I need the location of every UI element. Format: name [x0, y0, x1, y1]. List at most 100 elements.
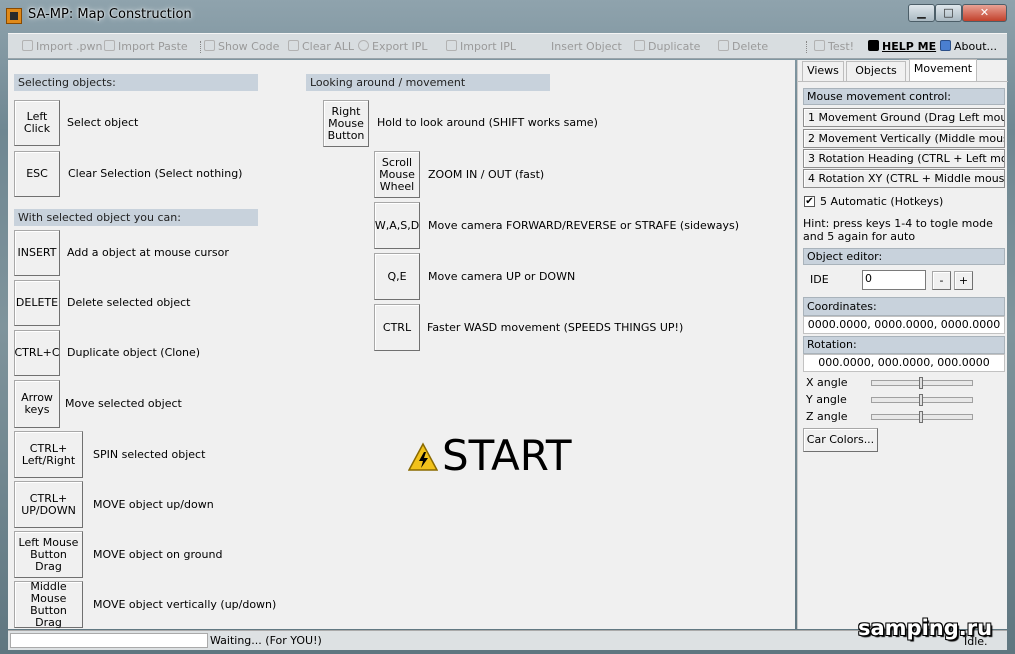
key-description: MOVE object up/down	[93, 498, 214, 511]
toolbar-label: Import Paste	[118, 40, 188, 53]
toolbar-label: Test!	[828, 40, 855, 53]
y-angle-slider[interactable]	[871, 394, 973, 406]
z-angle-slider[interactable]	[871, 411, 973, 423]
key-scroll-wheel: Scroll Mouse Wheel	[374, 151, 420, 198]
toolbar: Import .pwn Import Paste Show Code Clear…	[8, 33, 1007, 59]
tab-views[interactable]: Views	[802, 61, 844, 81]
maximize-button[interactable]: □	[935, 4, 962, 22]
key-middle-mouse-drag: Middle Mouse Button Drag	[14, 580, 83, 628]
key-description: Duplicate object (Clone)	[67, 346, 201, 359]
about-button[interactable]: About...	[940, 39, 997, 55]
z-angle-slider-thumb[interactable]	[919, 411, 923, 423]
auto-checkbox-label: 5 Automatic (Hotkeys)	[820, 195, 944, 208]
test-button[interactable]: Test!	[814, 39, 854, 55]
toolbar-label: Import IPL	[460, 40, 517, 53]
car-colors-button[interactable]: Car Colors...	[803, 428, 878, 452]
mode-4-button[interactable]: 4 Rotation XY (CTRL + Middle mouse)	[803, 169, 1005, 188]
import-pwn-button[interactable]: Import .pwn	[22, 39, 102, 55]
key-ctrl-up-down: CTRL+ UP/DOWN	[14, 481, 83, 528]
right-panel: Views Objects Movement Mouse movement co…	[797, 59, 1008, 629]
toolbar-label: About...	[954, 40, 998, 53]
key-q-e: Q,E	[374, 253, 420, 300]
key-insert: INSERT	[14, 230, 60, 276]
toolbar-label: Clear ALL	[302, 40, 355, 53]
tab-objects[interactable]: Objects	[846, 61, 906, 81]
key-right-mouse: Right Mouse Button	[323, 100, 369, 147]
rotation-field[interactable]: 000.0000, 000.0000, 000.0000	[803, 354, 1005, 372]
toolbar-label: HELP ME	[882, 40, 937, 53]
key-ctrl: CTRL	[374, 304, 420, 351]
paste-icon	[104, 40, 115, 51]
warning-bolt-icon[interactable]	[408, 442, 438, 472]
y-angle-slider-thumb[interactable]	[919, 394, 923, 406]
show-code-button[interactable]: Show Code	[204, 39, 279, 55]
insert-object-button[interactable]: Insert Object	[551, 39, 622, 55]
key-esc: ESC	[14, 151, 60, 197]
title-bar[interactable]: SA-MP: Map Construction ▁ □ ✕	[0, 0, 1015, 30]
minimize-button[interactable]: ▁	[908, 4, 935, 22]
export-ipl-button[interactable]: Export IPL	[358, 39, 428, 55]
key-description: Faster WASD movement (SPEEDS THINGS UP!)	[427, 321, 684, 334]
start-button[interactable]: START	[442, 430, 572, 482]
hint-text: Hint: press keys 1-4 to togle mode and 5…	[803, 217, 993, 243]
toolbar-label: Delete	[732, 40, 769, 53]
mode-1-button[interactable]: 1 Movement Ground (Drag Left mouse)	[803, 108, 1005, 127]
key-wasd: W,A,S,D	[374, 202, 420, 249]
tab-movement[interactable]: Movement	[909, 59, 977, 81]
z-angle-label: Z angle	[806, 410, 848, 423]
watermark: samping.ru	[858, 616, 993, 640]
toolbar-label: Export IPL	[372, 40, 428, 53]
ide-minus-button[interactable]: -	[932, 271, 951, 290]
key-description: Move camera FORWARD/REVERSE or STRAFE (s…	[428, 219, 740, 232]
toolbar-label: Insert Object	[551, 40, 622, 53]
section-selecting: Selecting objects:	[14, 74, 258, 91]
status-progress-field	[10, 633, 208, 648]
key-description: Hold to look around (SHIFT works same)	[377, 116, 598, 129]
trash-icon	[288, 40, 299, 51]
import-icon	[22, 40, 33, 51]
status-text: Waiting... (For YOU!)	[210, 634, 322, 647]
duplicate-button[interactable]: Duplicate	[634, 39, 700, 55]
key-description: Clear Selection (Select nothing)	[68, 167, 243, 180]
test-icon	[814, 40, 825, 51]
mode-3-button[interactable]: 3 Rotation Heading (CTRL + Left mouse)	[803, 149, 1005, 168]
clear-all-button[interactable]: Clear ALL	[288, 39, 354, 55]
app-icon	[6, 8, 22, 24]
toolbar-separator	[806, 41, 808, 53]
x-angle-slider[interactable]	[871, 377, 973, 389]
key-description: Add a object at mouse cursor	[67, 246, 229, 259]
key-description: ZOOM IN / OUT (fast)	[428, 168, 545, 181]
toolbar-label: Show Code	[218, 40, 280, 53]
toolbar-separator	[200, 41, 202, 53]
delete-button[interactable]: Delete	[718, 39, 768, 55]
export-icon	[358, 40, 369, 51]
key-description: MOVE object vertically (up/down)	[93, 598, 277, 611]
close-button[interactable]: ✕	[962, 4, 1007, 22]
toolbar-label: Duplicate	[648, 40, 701, 53]
key-left-click: Left Click	[14, 100, 60, 146]
tab-divider	[798, 81, 1008, 82]
key-left-mouse-drag: Left Mouse Button Drag	[14, 531, 83, 578]
section-looking: Looking around / movement	[306, 74, 550, 91]
window-title: SA-MP: Map Construction	[28, 7, 192, 22]
help-me-button[interactable]: HELP ME	[868, 39, 936, 55]
key-ctrl-c: CTRL+C	[14, 330, 60, 376]
mode-2-button[interactable]: 2 Movement Vertically (Middle mouse)	[803, 129, 1005, 148]
object-editor-header: Object editor:	[803, 248, 1005, 265]
import-ipl-button[interactable]: Import IPL	[446, 39, 516, 55]
ide-input[interactable]: 0	[862, 270, 926, 290]
x-angle-slider-thumb[interactable]	[919, 377, 923, 389]
ide-plus-button[interactable]: +	[954, 271, 973, 290]
import-paste-button[interactable]: Import Paste	[104, 39, 188, 55]
section-selected: With selected object you can:	[14, 209, 258, 226]
key-arrow-keys: Arrow keys	[14, 380, 60, 428]
delete-icon	[718, 40, 729, 51]
code-icon	[204, 40, 215, 51]
key-delete: DELETE	[14, 280, 60, 326]
y-angle-label: Y angle	[806, 393, 847, 406]
auto-checkbox[interactable]: ✔	[804, 196, 815, 207]
duplicate-icon	[634, 40, 645, 51]
rotation-header: Rotation:	[803, 336, 1005, 354]
key-description: Select object	[67, 116, 139, 129]
coordinates-field[interactable]: 0000.0000, 0000.0000, 0000.0000	[803, 316, 1005, 334]
